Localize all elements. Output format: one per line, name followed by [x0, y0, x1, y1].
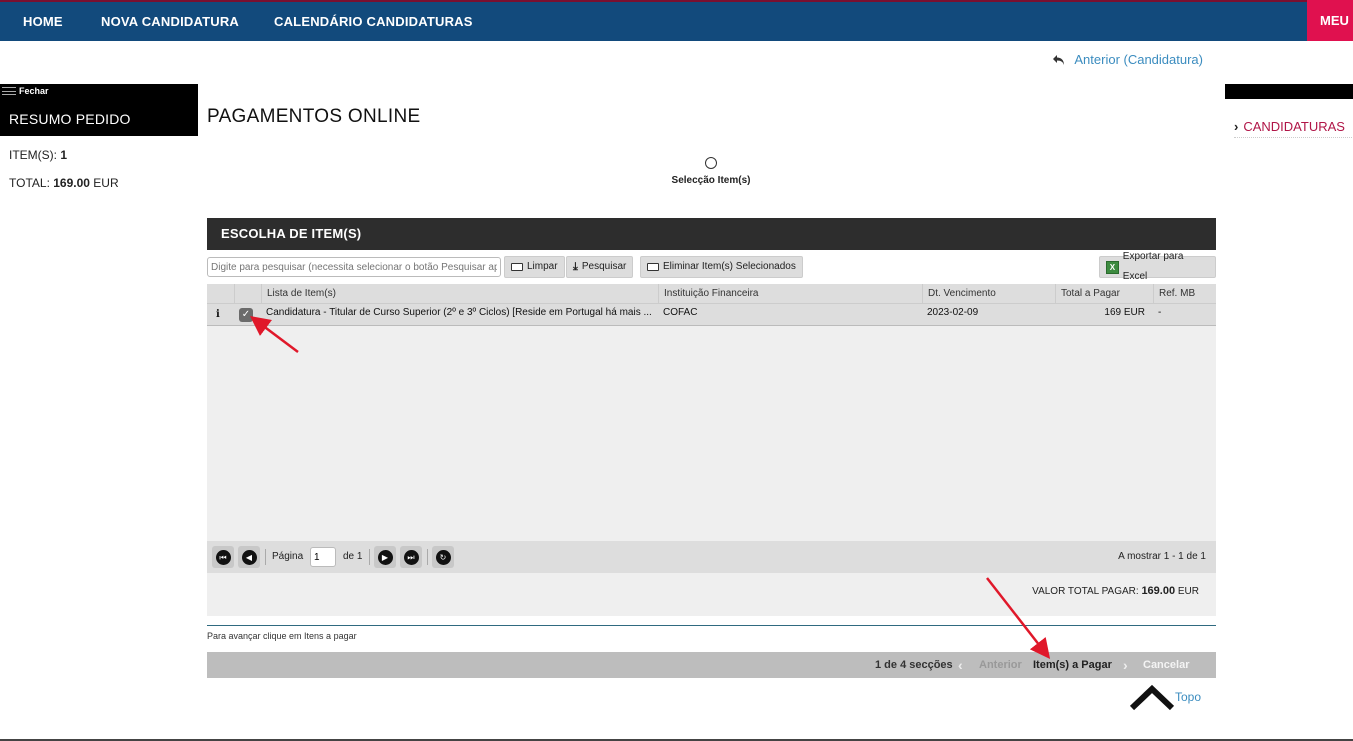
delete-selected-button[interactable]: Eliminar Item(s) Selecionados — [640, 256, 803, 278]
clear-button[interactable]: Limpar — [504, 256, 565, 278]
prev-page-button[interactable]: ◀ — [238, 546, 260, 568]
items-panel: ESCOLHA DE ITEM(S) Limpar ⤓ Pesquisar El… — [207, 218, 1216, 541]
excel-icon: X — [1106, 260, 1119, 274]
grid-header: Lista de Item(s) Instituição Financeira … — [207, 284, 1216, 304]
undo-icon — [1053, 54, 1065, 65]
first-page-icon: ⏮ — [215, 549, 231, 565]
close-label: Fechar — [19, 86, 49, 96]
search-input[interactable] — [207, 257, 501, 277]
pager: ⏮ ◀ Página de 1 ▶ ⏭ ↻ A mostrar 1 - 1 de… — [207, 541, 1216, 573]
summary-total-value: 169.00 — [53, 176, 90, 190]
download-icon: ⤓ — [573, 261, 578, 273]
sidebar-item-candidaturas[interactable]: › CANDIDATURAS — [1234, 116, 1352, 138]
summary-items-value: 1 — [60, 148, 68, 162]
menu-icon — [2, 87, 16, 95]
first-page-button[interactable]: ⏮ — [212, 546, 234, 568]
cancel-button[interactable]: Cancelar — [1143, 652, 1189, 678]
last-page-button[interactable]: ⏭ — [400, 546, 422, 568]
summary-total-label: TOTAL: — [9, 176, 50, 190]
back-link-label: Anterior (Candidatura) — [1074, 52, 1203, 67]
header-item-list[interactable]: Lista de Item(s) — [261, 284, 658, 304]
delete-icon — [647, 263, 659, 271]
nav-calendario-candidaturas[interactable]: CALENDÁRIO CANDIDATURAS — [274, 2, 473, 41]
wizard-step: Selecção Item(s) — [670, 157, 752, 186]
chevron-right-icon: › — [1234, 119, 1239, 134]
total-bar: VALOR TOTAL PAGAR: 169.00 EUR — [207, 573, 1216, 616]
search-button[interactable]: ⤓ Pesquisar — [566, 256, 634, 278]
row-checkbox[interactable]: ✓ — [239, 308, 253, 322]
previous-section-button[interactable]: Anterior — [979, 652, 1022, 678]
page-root: HOME NOVA CANDIDATURA CALENDÁRIO CANDIDA… — [0, 0, 1353, 741]
next-page-icon: ▶ — [377, 549, 393, 565]
clear-button-label: Limpar — [527, 261, 558, 272]
panel-title: ESCOLHA DE ITEM(S) — [207, 218, 1216, 250]
right-sidebar-header — [1225, 84, 1353, 99]
summary-total: TOTAL: 169.00 EUR — [9, 176, 119, 190]
refresh-icon: ↻ — [435, 549, 451, 565]
section-counter: 1 de 4 secções — [875, 659, 953, 671]
back-link[interactable]: Anterior (Candidatura) — [1052, 52, 1203, 67]
header-due-date[interactable]: Dt. Vencimento — [922, 284, 1055, 304]
row-due-date: 2023-02-09 — [927, 307, 979, 318]
clear-icon — [511, 263, 523, 271]
order-summary-title: RESUMO PEDIDO — [9, 111, 131, 127]
back-to-top-label: Topo — [1175, 690, 1202, 704]
advance-hint: Para avançar clique em Itens a pagar — [207, 625, 1216, 641]
header-ref-mb[interactable]: Ref. MB — [1153, 284, 1216, 304]
items-grid: Lista de Item(s) Instituição Financeira … — [207, 284, 1216, 541]
refresh-button[interactable]: ↻ — [432, 546, 454, 568]
records-count: A mostrar 1 - 1 de 1 — [1118, 551, 1206, 562]
nav-home[interactable]: HOME — [23, 2, 63, 41]
export-button-label: Exportar para Excel — [1122, 251, 1184, 282]
row-total: 169 EUR — [1104, 307, 1145, 318]
table-row[interactable]: i ✓ Candidatura - Titular de Curso Super… — [207, 304, 1216, 326]
next-page-button[interactable]: ▶ — [374, 546, 396, 568]
grand-total-value: 169.00 — [1141, 585, 1176, 597]
nav-nova-candidatura[interactable]: NOVA CANDIDATURA — [101, 2, 239, 41]
page-number-input[interactable] — [310, 547, 336, 567]
summary-items: ITEM(S): 1 — [9, 148, 67, 162]
order-summary-header: Fechar RESUMO PEDIDO — [0, 84, 198, 136]
grand-total-currency: EUR — [1177, 586, 1199, 597]
page-title: PAGAMENTOS ONLINE — [207, 106, 421, 127]
summary-items-label: ITEM(S): — [9, 148, 57, 162]
header-select[interactable] — [234, 284, 261, 304]
row-item: Candidatura - Titular de Curso Superior … — [266, 307, 652, 318]
chevron-left-icon: ‹ — [958, 657, 963, 673]
prev-page-icon: ◀ — [241, 549, 257, 565]
chevron-right-icon: › — [1123, 657, 1128, 673]
last-page-icon: ⏭ — [403, 549, 419, 565]
pager-separator — [427, 549, 428, 565]
summary-total-currency: EUR — [93, 176, 119, 190]
grand-total: VALOR TOTAL PAGAR: 169.00 EUR — [1032, 585, 1199, 597]
grand-total-label: VALOR TOTAL PAGAR: — [1032, 586, 1139, 597]
pager-separator — [265, 549, 266, 565]
grid-toolbar: Limpar ⤓ Pesquisar Eliminar Item(s) Sele… — [207, 250, 1216, 284]
items-to-pay-button[interactable]: Item(s) a Pagar — [1033, 652, 1112, 678]
header-institution[interactable]: Instituição Financeira — [658, 284, 922, 304]
export-excel-button[interactable]: X Exportar para Excel — [1099, 251, 1216, 282]
top-navigation: HOME NOVA CANDIDATURA CALENDÁRIO CANDIDA… — [0, 0, 1353, 41]
info-icon[interactable]: i — [212, 304, 232, 326]
header-info — [207, 284, 234, 304]
chevron-up-icon — [1129, 684, 1175, 711]
row-institution: COFAC — [663, 307, 698, 318]
back-to-top[interactable]: Topo — [1128, 684, 1208, 714]
page-label: Página — [272, 551, 304, 562]
close-sidebar-button[interactable]: Fechar — [2, 86, 49, 96]
sidebar-item-label: CANDIDATURAS — [1243, 119, 1345, 134]
step-label: Selecção Item(s) — [671, 175, 751, 186]
delete-button-label: Eliminar Item(s) Selecionados — [663, 261, 796, 272]
step-circle-icon — [705, 157, 717, 169]
header-total[interactable]: Total a Pagar — [1055, 284, 1153, 304]
pager-separator — [369, 549, 370, 565]
row-ref-mb: - — [1158, 307, 1162, 318]
page-count: de 1 — [343, 551, 363, 562]
search-button-label: Pesquisar — [581, 261, 627, 272]
section-navigation: 1 de 4 secções ‹ Anterior Item(s) a Paga… — [207, 652, 1216, 678]
meu-button[interactable]: MEU — [1307, 0, 1353, 41]
